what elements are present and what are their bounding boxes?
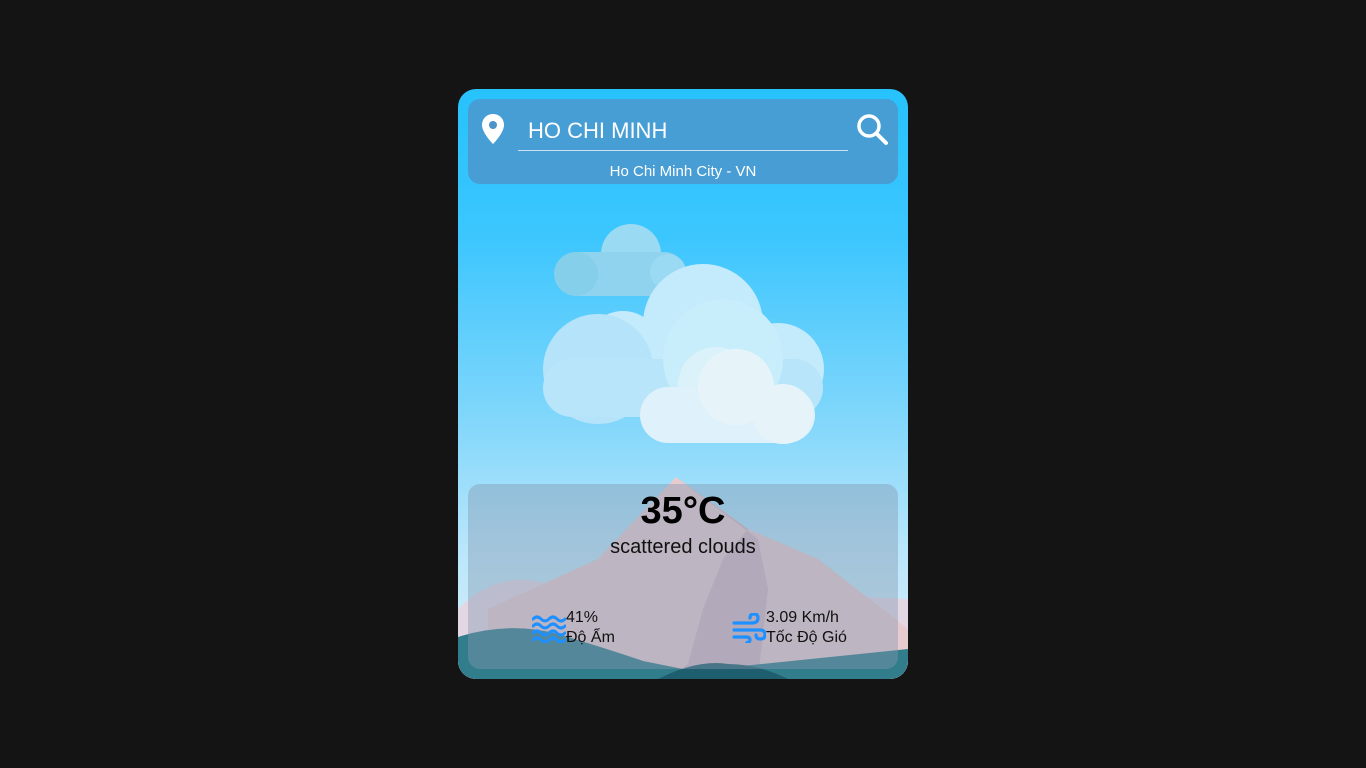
location-label: Ho Chi Minh City - VN [609, 163, 757, 180]
wind-speed-value: 3.09 Km/h [766, 609, 839, 626]
location-pin-icon [482, 114, 504, 144]
humidity-waves-icon [532, 615, 566, 643]
search-button[interactable] [854, 111, 890, 147]
wind-speed-label: Tốc Độ Gió [766, 629, 847, 646]
weather-info-panel: 35°C scattered clouds 41% Độ Ẩm 3.09 Km/… [468, 484, 898, 669]
weather-card: Ho Chi Minh City - VN 35°C scattered clo… [458, 89, 908, 679]
wind-stat: 3.09 Km/h Tốc Độ Gió [732, 608, 847, 648]
search-panel: Ho Chi Minh City - VN [468, 99, 898, 184]
weather-description: scattered clouds [610, 536, 756, 558]
temperature: 35°C [640, 490, 726, 532]
humidity-label: Độ Ẩm [566, 629, 615, 646]
city-search-input[interactable] [518, 111, 848, 151]
humidity-value: 41% [566, 609, 599, 626]
wind-icon [732, 613, 766, 643]
humidity-stat: 41% Độ Ẩm [532, 608, 615, 648]
search-icon [857, 114, 888, 145]
